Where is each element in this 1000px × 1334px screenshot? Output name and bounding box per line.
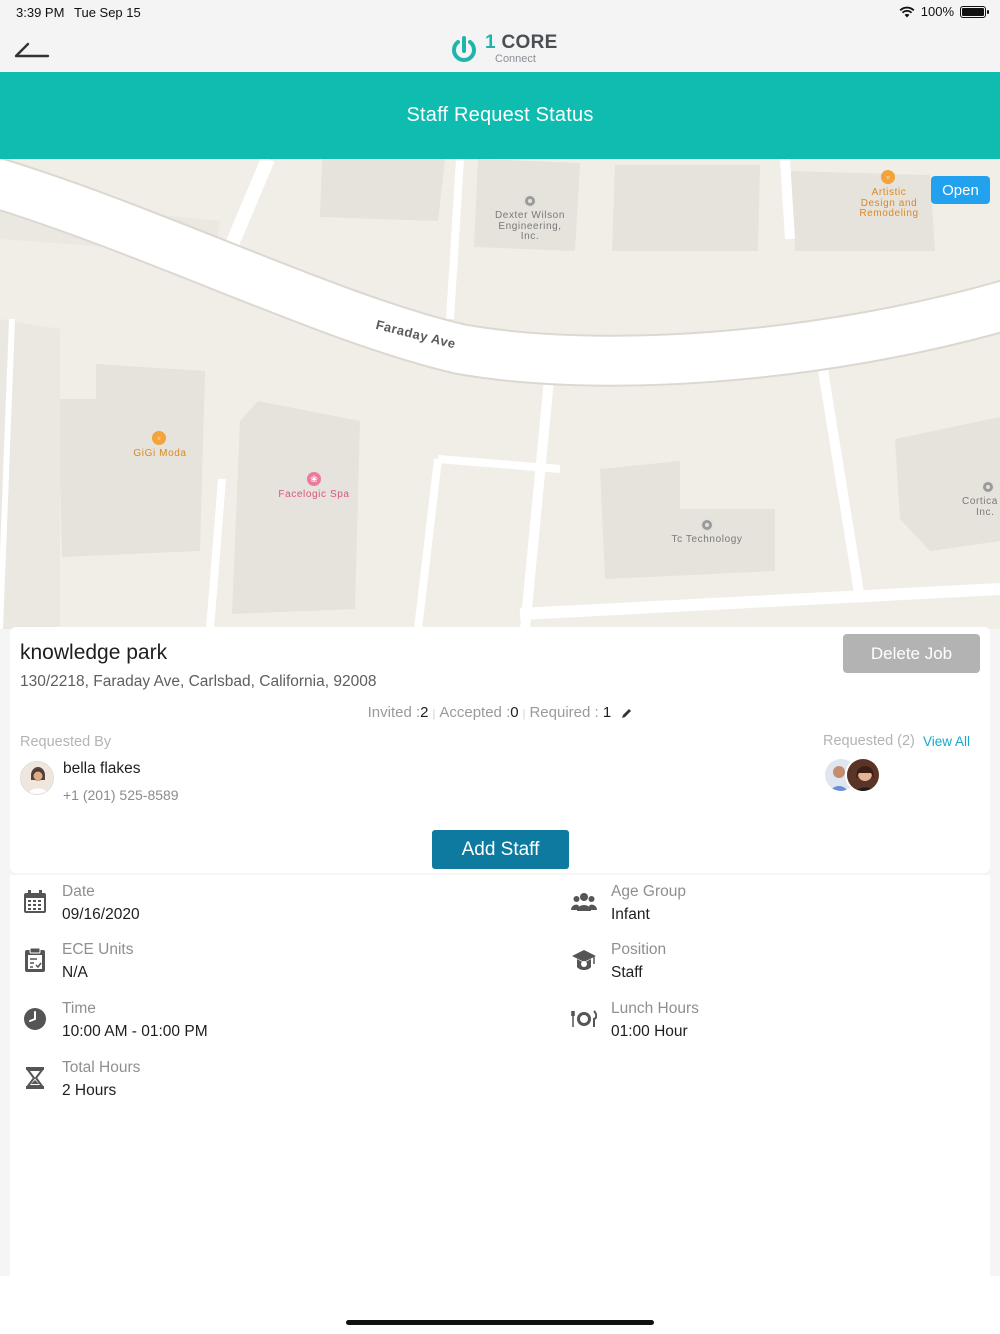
- staff-counts: Invited :2 | Accepted :0 | Required : 1: [10, 704, 990, 721]
- requested-count-label: Requested (2): [823, 733, 915, 749]
- status-time: 3:39 PM: [16, 5, 65, 20]
- avatar[interactable]: [845, 757, 881, 793]
- logo-number: 1: [485, 32, 496, 53]
- clipboard-icon: [25, 947, 45, 972]
- pencil-icon[interactable]: [621, 708, 632, 719]
- age-group-value: Infant: [611, 906, 650, 923]
- header-band: Staff Request Status: [0, 72, 1000, 159]
- ece-value: N/A: [62, 964, 88, 981]
- shop-pin-icon[interactable]: ▫: [881, 170, 895, 184]
- calendar-icon: [24, 890, 46, 913]
- delete-job-button[interactable]: Delete Job: [843, 634, 980, 673]
- age-group-label: Age Group: [611, 883, 686, 900]
- location-map[interactable]: Faraday Ave Dexter Wilson Engineering, I…: [0, 159, 1000, 629]
- place-label-gigi: GiGi Moda: [133, 448, 187, 459]
- age-group-field: Age Group Infant: [559, 875, 959, 925]
- job-card: knowledge park 130/2218, Faraday Ave, Ca…: [10, 627, 990, 873]
- staff-request-status-screen: 3:39 PM Tue Sep 15 100% 1 CORE Connect S…: [0, 0, 1000, 1334]
- place-pin-icon[interactable]: [523, 194, 537, 208]
- requested-avatars[interactable]: [823, 757, 883, 795]
- job-details: Date 09/16/2020 ECE Units N/A Time 10:00…: [10, 875, 990, 1276]
- place-label-dexter: Dexter Wilson Engineering, Inc.: [494, 210, 566, 242]
- date-field: Date 09/16/2020: [10, 875, 410, 925]
- status-right: 100%: [899, 4, 989, 19]
- accepted-label: Accepted :: [439, 704, 511, 721]
- time-label: Time: [62, 1000, 96, 1017]
- place-pin-icon[interactable]: [700, 518, 714, 532]
- add-staff-button[interactable]: Add Staff: [432, 830, 569, 869]
- page-title: Staff Request Status: [406, 104, 594, 126]
- open-maps-button[interactable]: Open: [931, 176, 990, 204]
- plate-cutlery-icon: [571, 1010, 597, 1027]
- bottom-area: [0, 1276, 1000, 1334]
- accepted-count: 0: [510, 704, 519, 721]
- power-icon: [452, 36, 476, 62]
- date-label: Date: [62, 883, 95, 900]
- position-field: Position Staff: [559, 933, 959, 983]
- logo-text: 1 CORE Connect: [485, 33, 558, 65]
- app-logo: 1 CORE Connect: [450, 30, 558, 68]
- ece-units-field: ECE Units N/A: [10, 933, 410, 983]
- date-value: 09/16/2020: [62, 906, 140, 923]
- shop-pin-icon[interactable]: ▫: [152, 431, 166, 445]
- lunch-hours-label: Lunch Hours: [611, 1000, 699, 1017]
- people-icon: [571, 893, 597, 911]
- view-all-link[interactable]: View All: [923, 734, 970, 749]
- spa-pin-icon[interactable]: ❀: [307, 472, 321, 486]
- time-field: Time 10:00 AM - 01:00 PM: [10, 992, 410, 1042]
- home-indicator[interactable]: [346, 1320, 654, 1325]
- invited-label: Invited :: [367, 704, 421, 721]
- status-date: Tue Sep 15: [74, 5, 141, 20]
- place-label-cortica: Cortica Inc.: [962, 496, 998, 518]
- required-count: 1: [602, 704, 612, 721]
- clock-icon: [24, 1008, 46, 1030]
- avatar[interactable]: [20, 761, 54, 795]
- total-hours-field: Total Hours 2 Hours: [10, 1051, 410, 1101]
- position-label: Position: [611, 941, 667, 958]
- place-label-tc: Tc Technology: [671, 534, 743, 545]
- position-value: Staff: [611, 964, 643, 981]
- wifi-icon: [899, 6, 915, 17]
- site-name: knowledge park: [20, 641, 168, 664]
- ece-label: ECE Units: [62, 941, 134, 958]
- place-pin-icon[interactable]: [981, 480, 995, 494]
- total-hours-value: 2 Hours: [62, 1082, 117, 1099]
- hourglass-icon: [26, 1067, 44, 1089]
- back-arrow-icon[interactable]: [14, 36, 50, 60]
- total-hours-label: Total Hours: [62, 1059, 141, 1076]
- invited-count: 2: [420, 704, 429, 721]
- lunch-hours-value: 01:00 Hour: [611, 1023, 688, 1040]
- place-label-artistic: Artistic Design and Remodeling: [859, 187, 919, 219]
- requester-phone[interactable]: +1 (201) 525-8589: [63, 787, 179, 803]
- graduation-cap-icon: [572, 950, 596, 970]
- battery-icon: [960, 5, 989, 18]
- logo-subtitle: Connect: [495, 53, 536, 65]
- place-label-facelogic: Facelogic Spa: [278, 489, 350, 500]
- site-address: 130/2218, Faraday Ave, Carlsbad, Califor…: [20, 673, 377, 690]
- required-label: Required :: [529, 704, 599, 721]
- logo-word: CORE: [501, 32, 558, 53]
- requested-by-label: Requested By: [20, 734, 112, 750]
- time-value: 10:00 AM - 01:00 PM: [62, 1023, 208, 1040]
- lunch-hours-field: Lunch Hours 01:00 Hour: [559, 992, 959, 1042]
- nav-bar: 1 CORE Connect: [0, 24, 1000, 72]
- battery-percent: 100%: [920, 4, 954, 19]
- requester-name: bella flakes: [63, 760, 141, 777]
- status-bar: 3:39 PM Tue Sep 15 100%: [0, 0, 1000, 24]
